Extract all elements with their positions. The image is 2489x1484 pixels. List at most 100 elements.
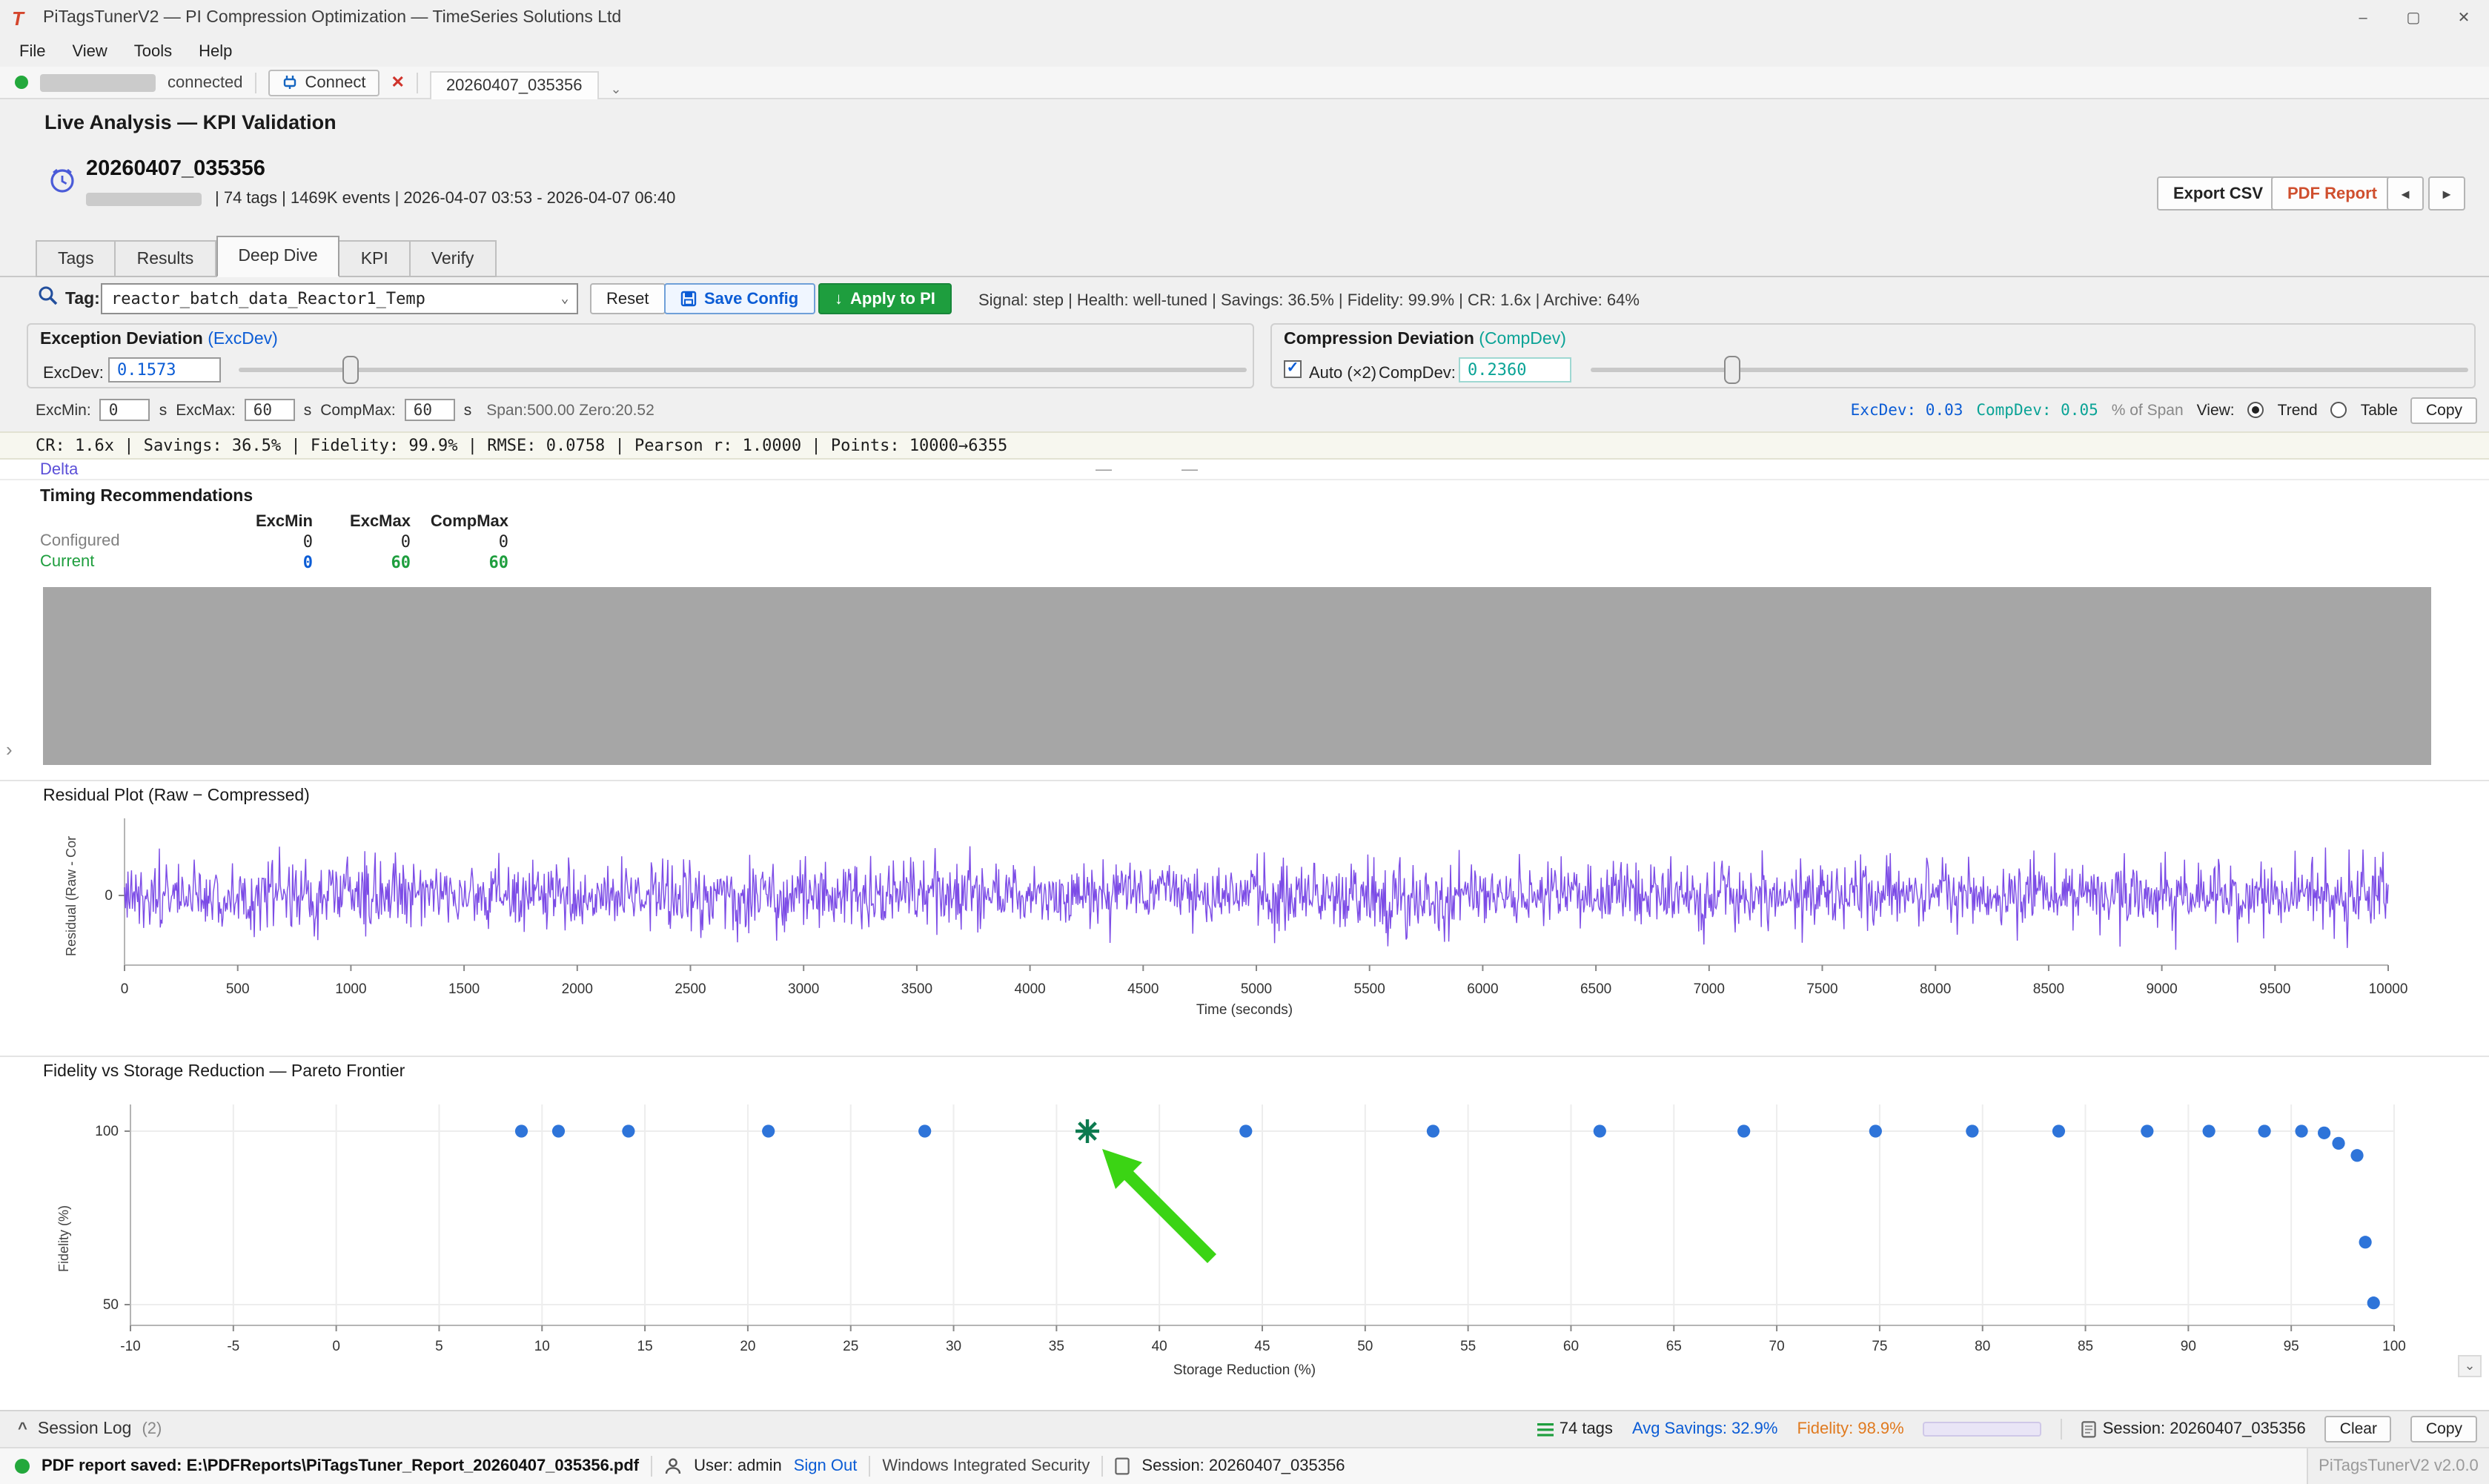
session-id: 20260407_035356	[86, 157, 265, 181]
pareto-point[interactable]	[1427, 1124, 1439, 1137]
session-tab-dropdown-icon[interactable]: ⌄	[610, 82, 621, 98]
close-button[interactable]: ✕	[2439, 0, 2489, 36]
timing-title: Timing Recommendations	[40, 488, 253, 506]
pareto-point[interactable]	[2318, 1127, 2330, 1139]
pareto-point[interactable]	[2258, 1124, 2270, 1137]
excmin-input[interactable]: 0	[100, 399, 150, 421]
connect-button[interactable]: Connect	[268, 69, 380, 96]
pareto-point[interactable]	[2052, 1124, 2065, 1137]
pareto-point[interactable]	[1594, 1124, 1606, 1137]
app-icon: T	[12, 7, 33, 29]
menu-view[interactable]: View	[59, 42, 120, 60]
pareto-point[interactable]	[1966, 1124, 1978, 1137]
excmax-input[interactable]: 60	[245, 399, 295, 421]
user-icon	[664, 1457, 682, 1475]
current-config-marker[interactable]	[1076, 1119, 1099, 1143]
compdev-slider-track	[1591, 368, 2468, 372]
clock-icon	[47, 165, 77, 194]
disconnect-icon[interactable]: ✕	[391, 73, 405, 92]
session-tab[interactable]: 20260407_035356	[430, 70, 599, 99]
view-table-label[interactable]: Table	[2361, 401, 2398, 419]
view-trend-radio[interactable]	[2248, 402, 2264, 418]
tag-select-value: reactor_batch_data_Reactor1_Temp	[111, 289, 425, 308]
reset-button[interactable]: Reset	[590, 283, 666, 314]
compdev-input[interactable]: 0.2360	[1459, 357, 1571, 382]
pareto-point[interactable]	[1239, 1124, 1252, 1137]
svg-text:4500: 4500	[1127, 981, 1159, 997]
sign-out-link[interactable]: Sign Out	[794, 1457, 858, 1475]
timing-row-label: Configured	[40, 532, 215, 551]
maximize-button[interactable]: ▢	[2388, 0, 2439, 36]
scrollbar-down-button[interactable]: ⌄	[2458, 1355, 2482, 1377]
apply-to-pi-button[interactable]: ↓ Apply to PI	[818, 283, 952, 314]
svg-text:3500: 3500	[901, 981, 932, 997]
pareto-point[interactable]	[918, 1124, 931, 1137]
excdev-slider[interactable]	[239, 356, 1247, 384]
pareto-point[interactable]	[2332, 1137, 2344, 1150]
minimize-button[interactable]: –	[2338, 0, 2388, 36]
compdev-slider[interactable]	[1591, 356, 2468, 384]
save-config-button[interactable]: Save Config	[664, 283, 815, 314]
avg-savings-stat: Avg Savings: 32.9%	[1632, 1420, 1778, 1438]
menu-tools[interactable]: Tools	[121, 42, 185, 60]
tab-results[interactable]: Results	[116, 240, 216, 277]
exception-tag: (ExcDev)	[208, 331, 278, 348]
tag-select[interactable]: reactor_batch_data_Reactor1_Temp ⌄	[101, 283, 578, 314]
menu-file[interactable]: File	[6, 42, 59, 60]
report-status-dot	[15, 1459, 30, 1474]
unit-label: s	[304, 401, 312, 419]
export-csv-button[interactable]: Export CSV	[2157, 176, 2279, 211]
exception-deviation-group: Exception Deviation (ExcDev) ExcDev: 0.1…	[27, 323, 1254, 388]
view-table-radio[interactable]	[2331, 402, 2347, 418]
pareto-point[interactable]	[2295, 1124, 2307, 1137]
svg-text:-10: -10	[120, 1339, 140, 1354]
sidebar-expander[interactable]: ›	[6, 738, 13, 761]
svg-text:0: 0	[332, 1339, 340, 1354]
excmax-label: ExcMax:	[176, 401, 236, 419]
view-trend-label[interactable]: Trend	[2278, 401, 2318, 419]
session-log-title[interactable]: Session Log	[38, 1420, 132, 1438]
tab-kpi[interactable]: KPI	[340, 240, 411, 277]
copy-view-button[interactable]: Copy	[2411, 397, 2477, 423]
svg-text:30: 30	[946, 1339, 961, 1354]
tags-count: 74 tags	[1560, 1420, 1613, 1438]
tag-status-text: Signal: step | Health: well-tuned | Savi…	[978, 292, 1640, 310]
tab-tags[interactable]: Tags	[36, 240, 116, 277]
excdev-slider-thumb[interactable]	[342, 356, 359, 384]
svg-text:10000: 10000	[2369, 981, 2408, 997]
pareto-xlabel: Storage Reduction (%)	[0, 1362, 2489, 1379]
copy-log-button[interactable]: Copy	[2411, 1416, 2477, 1442]
nav-back-button[interactable]: ◄	[2387, 176, 2424, 211]
tab-deep-dive[interactable]: Deep Dive	[216, 236, 339, 277]
clipped-cell-dash: —	[1096, 461, 1112, 479]
pareto-point[interactable]	[1869, 1124, 1882, 1137]
pareto-point[interactable]	[2203, 1124, 2215, 1137]
pareto-point[interactable]	[762, 1124, 775, 1137]
status-bar: PDF report saved: E:\PDFReports\PiTagsTu…	[0, 1447, 2489, 1484]
compression-title: Compression Deviation	[1284, 331, 1479, 348]
log-expand-caret[interactable]: ^	[18, 1420, 27, 1438]
pareto-point[interactable]	[2350, 1149, 2363, 1162]
status-session-label: Session: 20260407_035356	[1141, 1457, 1345, 1475]
pareto-point[interactable]	[622, 1124, 634, 1137]
menu-help[interactable]: Help	[185, 42, 245, 60]
pdf-report-button[interactable]: PDF Report	[2271, 176, 2393, 211]
pareto-point[interactable]	[515, 1124, 528, 1137]
auto-checkbox[interactable]: ✓	[1284, 360, 1302, 378]
compdev-slider-thumb[interactable]	[1723, 356, 1740, 384]
clear-log-button[interactable]: Clear	[2325, 1416, 2392, 1442]
pareto-point[interactable]	[2367, 1296, 2380, 1309]
pareto-point[interactable]	[552, 1124, 565, 1137]
svg-text:1500: 1500	[448, 981, 480, 997]
tab-verify[interactable]: Verify	[411, 240, 497, 277]
compmax-input[interactable]: 60	[405, 399, 455, 421]
timing-col-header: CompMax	[411, 513, 508, 531]
pareto-point[interactable]	[2359, 1236, 2372, 1248]
excdev-input[interactable]: 0.1573	[108, 357, 221, 382]
pareto-point[interactable]	[1737, 1124, 1750, 1137]
compdev-label: CompDev:	[1379, 365, 1456, 382]
pareto-point[interactable]	[2141, 1124, 2153, 1137]
nav-forward-button[interactable]: ►	[2428, 176, 2465, 211]
app-window: T PiTagsTunerV2 — PI Compression Optimiz…	[0, 0, 2489, 1484]
view-label: View:	[2197, 401, 2235, 419]
